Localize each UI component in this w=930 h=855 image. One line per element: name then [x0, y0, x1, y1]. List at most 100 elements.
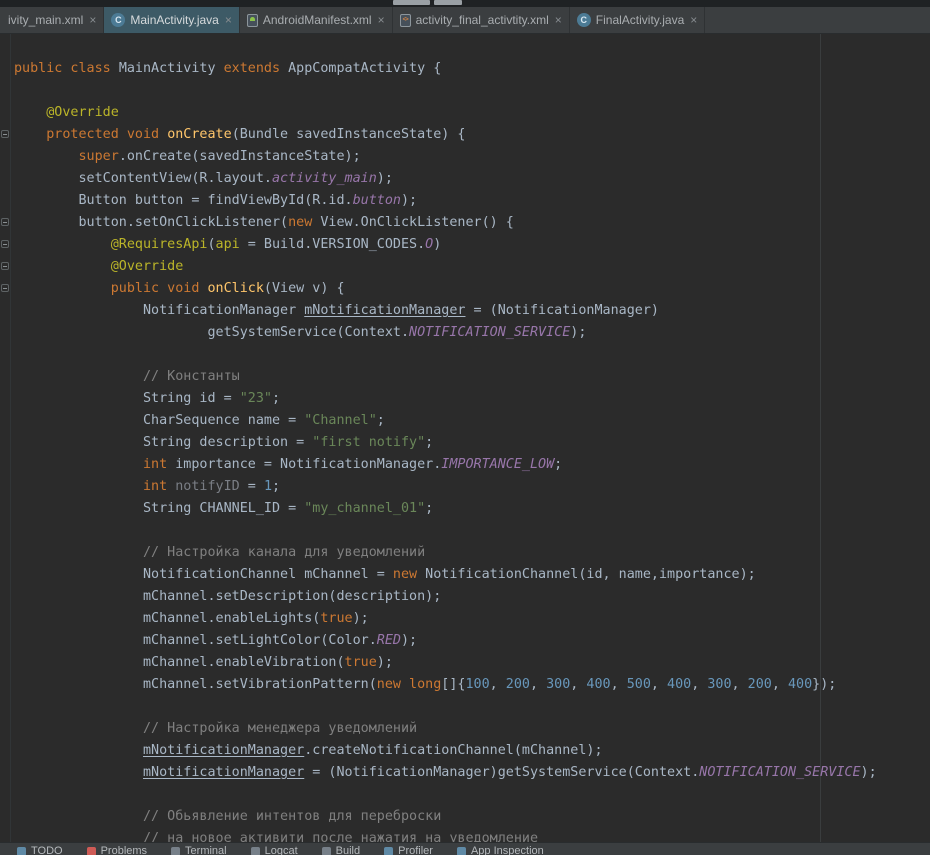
tab-close-icon[interactable]: × — [555, 13, 562, 27]
toolwindow-button-logcat[interactable]: Logcat — [251, 843, 298, 855]
code-token: NotificationManager — [14, 303, 304, 318]
code-token: 300 — [546, 677, 570, 692]
toolwindow-button-todo[interactable]: TODO — [17, 843, 63, 855]
fold-marker-icon[interactable] — [1, 284, 9, 292]
code-line[interactable]: protected void onCreate(Bundle savedInst… — [14, 124, 877, 146]
code-line[interactable]: button.setOnClickListener(new View.OnCli… — [14, 212, 877, 234]
tab-androidmanifest-xml[interactable]: AndroidManifest.xml× — [240, 7, 393, 33]
terminal-icon — [171, 847, 180, 855]
code-line[interactable] — [14, 520, 877, 542]
code-token: String id = — [14, 391, 240, 406]
window-titlebar — [0, 0, 930, 7]
tab-finalactivity-java[interactable]: CFinalActivity.java× — [570, 7, 706, 33]
code-line[interactable]: NotificationChannel mChannel = new Notif… — [14, 564, 877, 586]
code-line[interactable]: getSystemService(Context.NOTIFICATION_SE… — [14, 322, 877, 344]
code-token: public void — [14, 281, 207, 296]
toolwindow-button-app-inspection[interactable]: App Inspection — [457, 843, 544, 855]
fold-marker-icon[interactable] — [1, 218, 9, 226]
code-token — [14, 765, 143, 780]
code-token: ); — [861, 765, 877, 780]
code-token: onCreate — [167, 127, 232, 142]
fold-marker-icon[interactable] — [1, 130, 9, 138]
fold-marker-icon[interactable] — [1, 262, 9, 270]
code-token: .onCreate(savedInstanceState); — [119, 149, 361, 164]
code-token: super — [14, 149, 119, 164]
code-line[interactable]: mChannel.enableLights(true); — [14, 608, 877, 630]
code-token: button — [353, 193, 401, 208]
todo-icon — [17, 847, 26, 855]
code-line[interactable]: // Обьявление интентов для переброски — [14, 806, 877, 828]
code-line[interactable]: // на новое активити после нажатия на ув… — [14, 828, 877, 842]
code-line[interactable]: // Настройка менеджера уведомлений — [14, 718, 877, 740]
code-line[interactable]: mChannel.setLightColor(Color.RED); — [14, 630, 877, 652]
code-line[interactable] — [14, 344, 877, 366]
toolwindow-button-problems[interactable]: Problems — [87, 843, 147, 855]
code-line[interactable]: mChannel.setDescription(description); — [14, 586, 877, 608]
code-line[interactable]: int notifyID = 1; — [14, 476, 877, 498]
code-line[interactable] — [14, 784, 877, 806]
tab-label: ivity_main.xml — [8, 13, 83, 27]
code-token: "my_channel_01" — [304, 501, 425, 516]
code-token: = (NotificationManager) — [465, 303, 658, 318]
tab-close-icon[interactable]: × — [225, 13, 232, 27]
tab-close-icon[interactable]: × — [89, 13, 96, 27]
xml-file-icon: <> — [400, 14, 411, 27]
tab-activity-final-activtity-xml[interactable]: <>activity_final_activtity.xml× — [393, 7, 570, 33]
code-area[interactable]: public class MainActivity extends AppCom… — [14, 58, 877, 842]
code-token: new long — [377, 677, 442, 692]
code-line[interactable]: mNotificationManager.createNotificationC… — [14, 740, 877, 762]
code-token: ); — [377, 655, 393, 670]
code-line[interactable] — [14, 80, 877, 102]
code-line[interactable]: public void onClick(View v) { — [14, 278, 877, 300]
code-line[interactable]: NotificationManager mNotificationManager… — [14, 300, 877, 322]
toolwindow-button-profiler[interactable]: Profiler — [384, 843, 433, 855]
code-token: mChannel.enableVibration( — [14, 655, 345, 670]
code-line[interactable]: // Настройка канала для уведомлений — [14, 542, 877, 564]
code-token: 300 — [707, 677, 731, 692]
code-line[interactable]: String id = "23"; — [14, 388, 877, 410]
code-line[interactable]: Button button = findViewById(R.id.button… — [14, 190, 877, 212]
code-token: = — [240, 479, 264, 494]
code-token: "23" — [240, 391, 272, 406]
tab-ivity-main-xml[interactable]: ivity_main.xml × — [0, 7, 104, 33]
fold-marker-icon[interactable] — [1, 240, 9, 248]
logcat-icon — [251, 847, 260, 855]
code-token: ; — [272, 479, 280, 494]
tab-close-icon[interactable]: × — [378, 13, 385, 27]
toolwindow-button-terminal[interactable]: Terminal — [171, 843, 227, 855]
code-line[interactable]: mChannel.setVibrationPattern(new long[]{… — [14, 674, 877, 696]
code-line[interactable]: String description = "first notify"; — [14, 432, 877, 454]
code-token: // Обьявление интентов для переброски — [14, 809, 441, 824]
code-token: RED — [377, 633, 401, 648]
code-line[interactable]: @RequiresApi(api = Build.VERSION_CODES.O… — [14, 234, 877, 256]
tab-close-icon[interactable]: × — [690, 13, 697, 27]
toolwindow-label: App Inspection — [471, 845, 544, 855]
toolbar-button-remnant[interactable] — [434, 0, 462, 5]
toolbar-button-remnant[interactable] — [393, 0, 430, 5]
code-token: true — [345, 655, 377, 670]
code-line[interactable]: @Override — [14, 256, 877, 278]
code-line[interactable]: String CHANNEL_ID = "my_channel_01"; — [14, 498, 877, 520]
editor-gutter — [0, 34, 10, 842]
code-token: ); — [353, 611, 369, 626]
code-token: new — [393, 567, 425, 582]
code-line[interactable]: @Override — [14, 102, 877, 124]
code-token: ); — [401, 193, 417, 208]
code-line[interactable]: CharSequence name = "Channel"; — [14, 410, 877, 432]
tab-mainactivity-java[interactable]: CMainActivity.java× — [104, 7, 240, 33]
code-line[interactable]: public class MainActivity extends AppCom… — [14, 58, 877, 80]
code-token: 1 — [264, 479, 272, 494]
toolwindow-button-build[interactable]: Build — [322, 843, 360, 855]
code-line[interactable]: int importance = NotificationManager.IMP… — [14, 454, 877, 476]
code-line[interactable]: // Константы — [14, 366, 877, 388]
code-line[interactable]: setContentView(R.layout.activity_main); — [14, 168, 877, 190]
toolwindow-label: Build — [336, 845, 360, 855]
code-line[interactable]: mChannel.enableVibration(true); — [14, 652, 877, 674]
code-token: (Bundle savedInstanceState) { — [232, 127, 466, 142]
code-line[interactable]: mNotificationManager = (NotificationMana… — [14, 762, 877, 784]
code-line[interactable]: super.onCreate(savedInstanceState); — [14, 146, 877, 168]
code-token: NotificationChannel(id, name,importance)… — [425, 567, 756, 582]
editor[interactable]: public class MainActivity extends AppCom… — [0, 34, 930, 842]
code-token: int — [14, 479, 175, 494]
code-line[interactable] — [14, 696, 877, 718]
